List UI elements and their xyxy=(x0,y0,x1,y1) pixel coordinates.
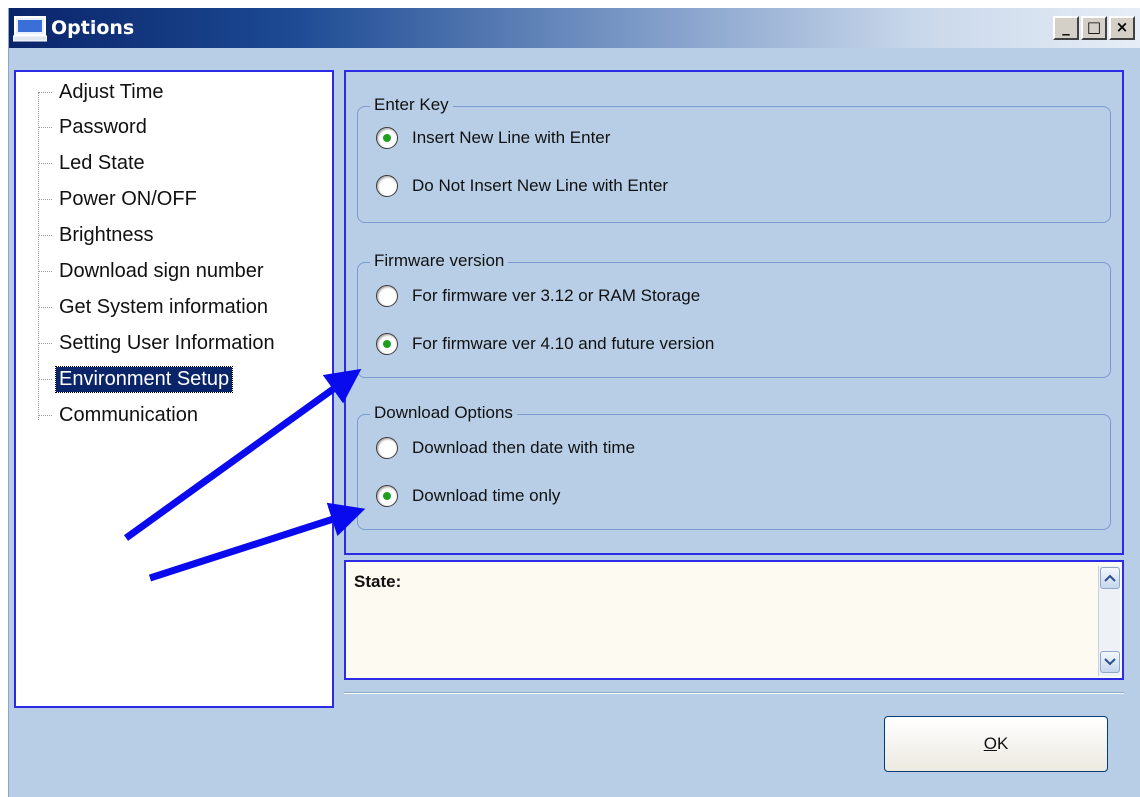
enter-key-group: Enter Key Insert New Line with Enter Do … xyxy=(357,95,1111,223)
radio-unselected-icon xyxy=(376,175,398,197)
tree-item-brightness[interactable]: Brightness xyxy=(56,223,157,248)
title-bar[interactable]: Options _ □ × xyxy=(9,8,1140,48)
radio-label: Insert New Line with Enter xyxy=(412,128,611,147)
tree-branch xyxy=(38,379,52,380)
radio-selected-icon xyxy=(376,127,398,149)
radio-label: Download then date with time xyxy=(412,438,636,457)
radio-label: Download time only xyxy=(412,486,561,505)
tree-item-get-system-information[interactable]: Get System information xyxy=(56,295,271,320)
tree-item-adjust-time[interactable]: Adjust Time xyxy=(56,80,166,105)
radio-firmware-4-10[interactable]: For firmware ver 4.10 and future version xyxy=(376,333,714,355)
radio-firmware-3-12[interactable]: For firmware ver 3.12 or RAM Storage xyxy=(376,285,700,307)
computer-icon xyxy=(13,16,47,42)
radio-selected-icon xyxy=(376,333,398,355)
state-scrollbar[interactable] xyxy=(1098,566,1120,676)
radio-insert-new-line[interactable]: Insert New Line with Enter xyxy=(376,127,610,149)
tree-item-setting-user-information[interactable]: Setting User Information xyxy=(56,331,278,356)
tree-item-communication[interactable]: Communication xyxy=(56,403,201,428)
options-tree[interactable]: Adjust Time Password Led State Power ON/… xyxy=(14,70,334,708)
tree-item-power-on-off[interactable]: Power ON/OFF xyxy=(56,187,200,212)
radio-unselected-icon xyxy=(376,437,398,459)
separator xyxy=(344,692,1124,694)
ok-button[interactable]: OK xyxy=(884,716,1108,772)
tree-branch xyxy=(38,127,52,128)
scroll-up-button[interactable] xyxy=(1100,567,1120,589)
maximize-icon: □ xyxy=(1086,18,1102,36)
tree-branch xyxy=(38,271,52,272)
maximize-button[interactable]: □ xyxy=(1081,16,1107,40)
radio-label: For firmware ver 4.10 and future version xyxy=(412,334,715,353)
tree-connector xyxy=(38,92,39,420)
state-label: State: xyxy=(354,572,402,591)
radio-label: For firmware ver 3.12 or RAM Storage xyxy=(412,286,701,305)
group-title: Download Options xyxy=(370,403,517,423)
radio-selected-icon xyxy=(376,485,398,507)
tree-branch xyxy=(38,92,52,93)
tree-item-environment-setup[interactable]: Environment Setup xyxy=(54,366,234,393)
chevron-up-icon xyxy=(1104,574,1116,582)
tree-branch xyxy=(38,235,52,236)
minimize-icon: _ xyxy=(1062,18,1070,36)
tree-branch xyxy=(38,199,52,200)
tree-item-password[interactable]: Password xyxy=(56,115,150,140)
tree-item-download-sign-number[interactable]: Download sign number xyxy=(56,259,267,284)
radio-do-not-insert-new-line[interactable]: Do Not Insert New Line with Enter xyxy=(376,175,668,197)
window-title: Options xyxy=(51,17,135,39)
group-title: Enter Key xyxy=(370,95,453,115)
group-title: Firmware version xyxy=(370,251,509,271)
tree-branch xyxy=(38,343,52,344)
close-icon: × xyxy=(1115,18,1129,36)
tree-branch xyxy=(38,415,52,416)
close-button[interactable]: × xyxy=(1109,16,1135,40)
state-textbox[interactable]: State: xyxy=(344,560,1124,680)
tree-branch xyxy=(38,307,52,308)
tree-item-led-state[interactable]: Led State xyxy=(56,151,148,176)
tree-branch xyxy=(38,163,52,164)
download-options-group: Download Options Download then date with… xyxy=(357,403,1111,530)
radio-download-date-with-time[interactable]: Download then date with time xyxy=(376,437,635,459)
radio-unselected-icon xyxy=(376,285,398,307)
radio-download-time-only[interactable]: Download time only xyxy=(376,485,560,507)
radio-label: Do Not Insert New Line with Enter xyxy=(412,176,669,195)
firmware-version-group: Firmware version For firmware ver 3.12 o… xyxy=(357,251,1111,378)
chevron-down-icon xyxy=(1104,658,1116,666)
scroll-down-button[interactable] xyxy=(1100,651,1120,673)
environment-setup-panel: Enter Key Insert New Line with Enter Do … xyxy=(344,70,1124,555)
ok-button-label: OK xyxy=(983,734,1009,753)
minimize-button[interactable]: _ xyxy=(1053,16,1079,40)
